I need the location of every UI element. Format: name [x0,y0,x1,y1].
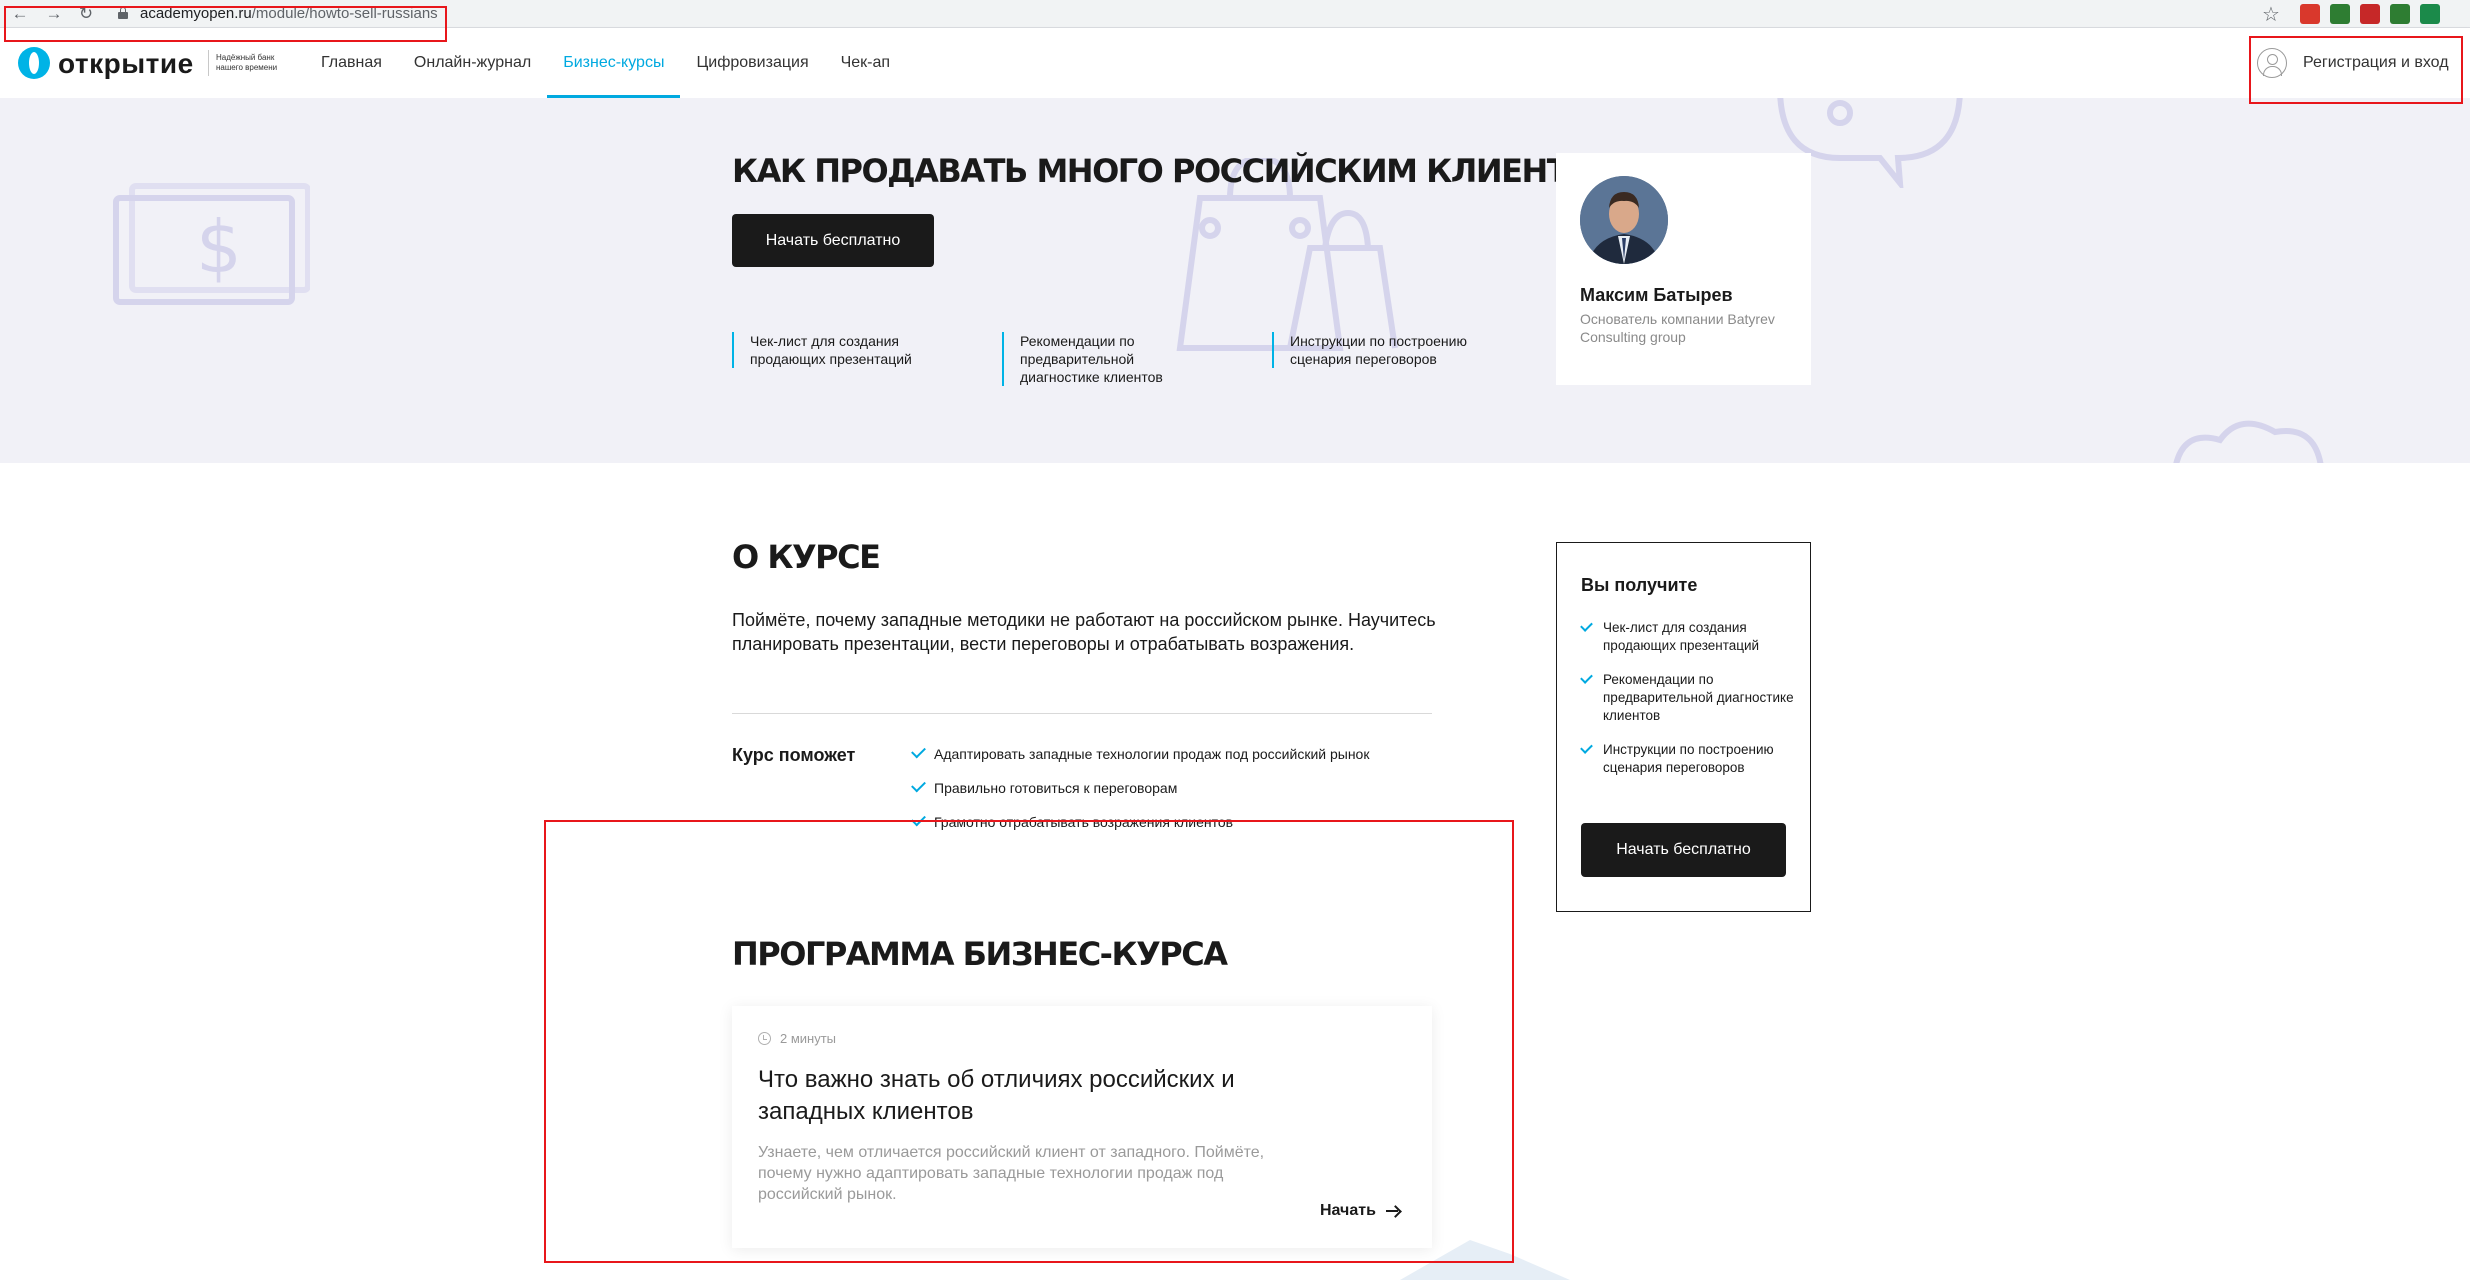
helps-label: Курс поможет [732,745,856,765]
money-illustration-icon: $ [113,183,310,305]
start-free-button[interactable]: Начать бесплатно [732,214,934,267]
hero-feature: Рекомендации по предварительной диагност… [1002,332,1212,386]
logo-divider [208,50,209,76]
logo-tagline: Надёжный банк нашего времени [216,53,278,72]
nav-item[interactable]: Бизнес-курсы [547,28,681,98]
list-item: Правильно готовиться к переговорам [911,777,1369,813]
annotation-box-program [544,820,1514,1263]
list-item-text: Рекомендации по предварительной диагност… [1603,672,1794,723]
divider [732,713,1432,714]
browser-extension-icon[interactable] [2360,4,2380,24]
list-item-text: Чек-лист для создания продающих презента… [1603,620,1760,653]
browser-extension-icon[interactable] [2330,4,2350,24]
bookmark-star-icon[interactable]: ☆ [2262,2,2280,27]
check-icon [1580,741,1593,754]
author-name: Максим Батырев [1580,285,1733,305]
hero-feature: Инструкции по построению сценария перего… [1272,332,1482,368]
logo-word: открытие [58,48,194,79]
nav-item[interactable]: Чек-ап [825,28,906,98]
avatar [1580,176,1668,264]
hero-feature: Чек-лист для создания продающих презента… [732,332,942,368]
list-item: Рекомендации по предварительной диагност… [1580,671,1796,725]
annotation-box-url [4,6,447,42]
get-card-title: Вы получите [1581,575,1698,595]
about-description: Поймёте, почему западные методики не раб… [732,610,1436,654]
hero-section: $ КАК ПРОДАВАТЬ МНОГО РОССИЙСКИМ КЛИЕНТА… [0,98,2470,463]
check-icon [911,777,926,793]
about-heading: О КУРСЕ [732,538,881,576]
browser-extension-icon[interactable] [2390,4,2410,24]
list-item: Чек-лист для создания продающих презента… [1580,619,1796,655]
you-will-get-card: Вы получите Чек-лист для создания продаю… [1556,542,1811,912]
cloud-illustration-icon [2173,420,2324,463]
annotation-box-login [2249,36,2463,104]
list-item-text: Правильно готовиться к переговорам [934,780,1178,796]
start-free-button[interactable]: Начать бесплатно [1581,823,1786,877]
list-item: Инструкции по построению сценария перего… [1580,741,1796,777]
list-item-text: Адаптировать западные технологии продаж … [934,746,1370,762]
check-icon [911,743,926,759]
check-icon [1580,671,1593,684]
author-card: Максим Батырев Основатель компании Batyr… [1556,153,1811,385]
svg-text:$: $ [196,205,242,289]
list-item: Адаптировать западные технологии продаж … [911,743,1370,779]
check-icon [1580,619,1593,632]
browser-extension-icon[interactable] [2420,4,2440,24]
logo-mark-icon [18,47,50,79]
author-role: Основатель компании Batyrev Consulting g… [1580,311,1775,345]
list-item-text: Инструкции по построению сценария перего… [1603,742,1774,775]
course-title: КАК ПРОДАВАТЬ МНОГО РОССИЙСКИМ КЛИЕНТАМ [732,152,1622,190]
browser-extension-icon[interactable] [2300,4,2320,24]
get-list: Чек-лист для создания продающих презента… [1580,619,1796,793]
nav-item[interactable]: Цифровизация [680,28,824,98]
